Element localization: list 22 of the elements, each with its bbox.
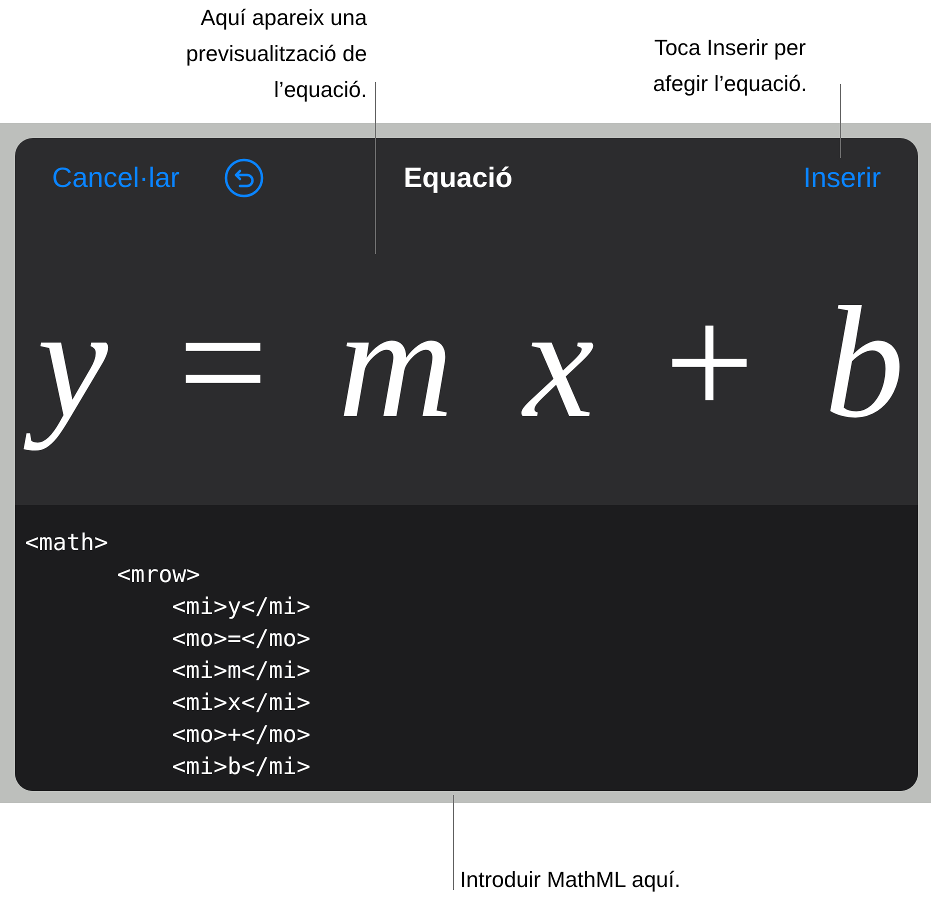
code-line: <mrow> [116,561,202,590]
code-line: <mi>x</mi> [171,689,312,718]
equation-variable: x [520,272,596,452]
dialog-title: Equació [404,162,514,194]
code-line: <mo>+</mo> [171,721,312,750]
cancel-button[interactable]: Cancel·lar [52,162,180,194]
code-line: <mi>b</mi> [171,753,312,782]
code-editor[interactable]: <math> <mrow> <mi>y</mi> <mo>=</mo> <mi>m</mi> <mi>x</mi> <mo>+</mo> <mi>b</mi> [15,505,918,791]
callout-text: Toca Inserir per afegir l’equació. [652,34,808,98]
callout-text: Introduir MathML aquí. [460,866,681,894]
code-line: <mi>m</mi> [171,657,312,686]
equation-operator: + [663,272,756,452]
callout-text: Aquí apareix una previsualització de l’equació. [185,4,367,104]
insert-button[interactable]: Inserir [803,162,881,194]
code-line: <mo>=</mo> [171,625,312,654]
code-line: <math> [25,529,110,558]
equation-variable: y [21,262,118,462]
equation-variable: m [336,272,455,452]
equation-variable: b [823,272,906,452]
undo-icon[interactable] [224,158,264,198]
code-line: <mi>y</mi> [171,593,312,622]
equation-operator: = [176,272,270,452]
